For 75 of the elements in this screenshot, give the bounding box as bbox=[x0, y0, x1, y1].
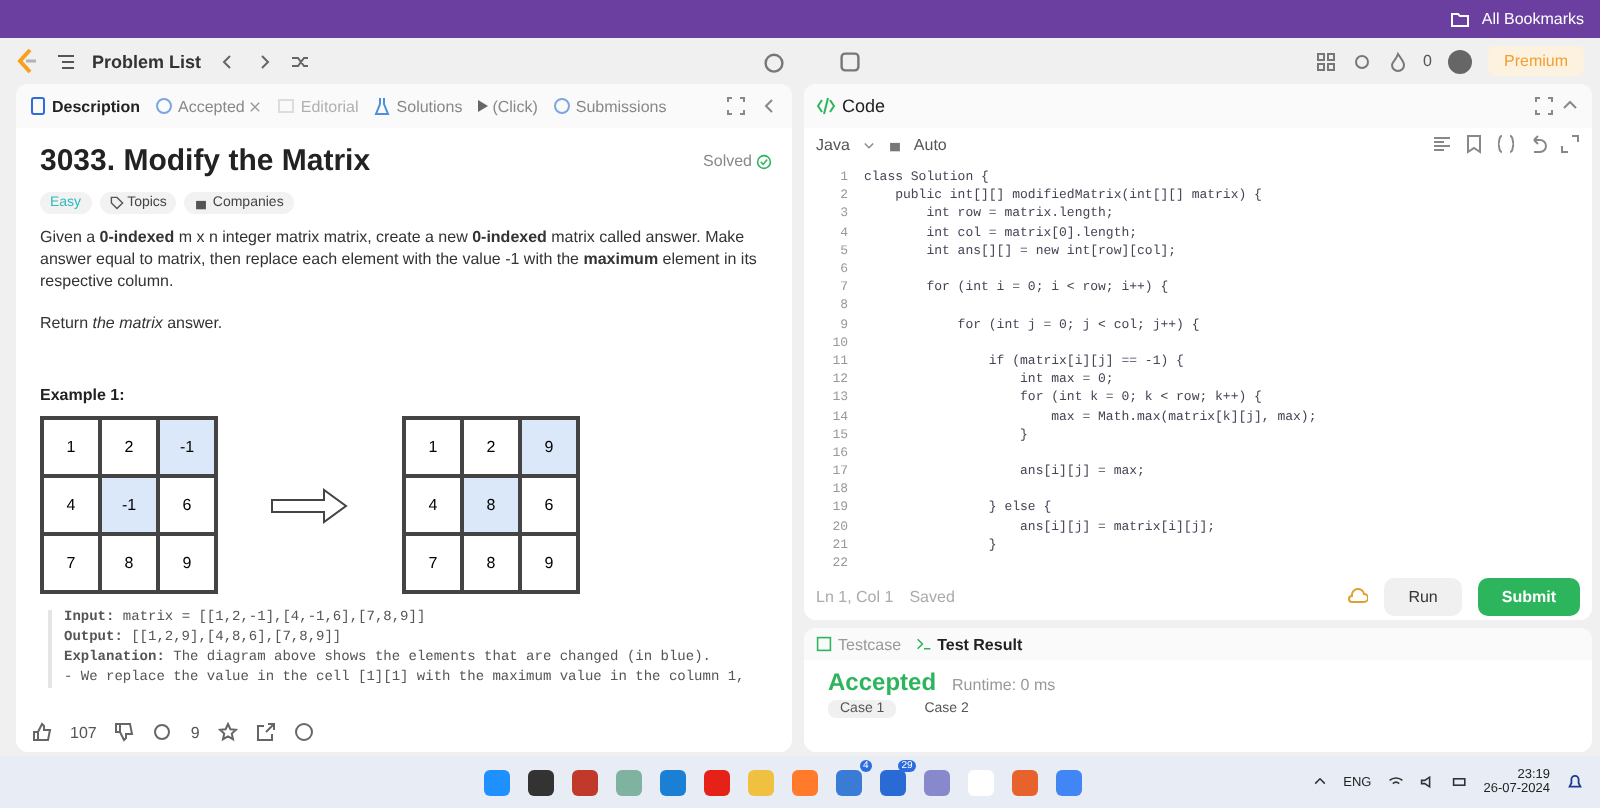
thumbs-up-icon[interactable] bbox=[32, 722, 52, 742]
document-icon[interactable] bbox=[28, 96, 48, 116]
matrix-cell: 7 bbox=[404, 534, 462, 592]
code-icon[interactable] bbox=[816, 96, 836, 116]
matrix-cell: 1 bbox=[404, 418, 462, 476]
play-icon bbox=[476, 100, 489, 112]
save-status: Saved bbox=[909, 587, 955, 605]
matrix-cell: 2 bbox=[462, 418, 520, 476]
close-icon[interactable] bbox=[248, 99, 263, 113]
runtime-label: Runtime: 0 ms bbox=[952, 676, 1056, 694]
matrix-cell: 1 bbox=[42, 418, 100, 476]
format-icon[interactable] bbox=[1432, 134, 1452, 154]
check-circle-icon[interactable] bbox=[756, 153, 772, 169]
expand-icon[interactable] bbox=[1534, 96, 1554, 116]
verdict-label: Accepted bbox=[828, 668, 937, 696]
cursor-position: Ln 1, Col 1 bbox=[816, 587, 894, 605]
matrix-cell: -1 bbox=[100, 476, 158, 534]
streak-count: 0 bbox=[1423, 52, 1432, 70]
solved-status: Solved bbox=[703, 152, 772, 170]
layout-icon[interactable] bbox=[1315, 51, 1336, 71]
star-icon[interactable] bbox=[217, 722, 238, 742]
app-icon[interactable] bbox=[528, 769, 555, 795]
undo-icon[interactable] bbox=[1528, 134, 1548, 154]
chevron-up-icon[interactable] bbox=[1311, 774, 1328, 790]
bookmark-icon[interactable] bbox=[1464, 134, 1484, 154]
expand-icon[interactable] bbox=[1560, 134, 1580, 154]
matrix-cell: 8 bbox=[100, 534, 158, 592]
arrow-icon bbox=[270, 487, 350, 523]
list-icon[interactable] bbox=[56, 51, 76, 71]
problem-text: Return the matrix answer. bbox=[40, 312, 225, 334]
matrix-cell: 9 bbox=[520, 418, 578, 476]
matrix-cell: 6 bbox=[520, 476, 578, 534]
problem-text: Given a 0-indexed m x n integer matrix matrix, create a new 0-indexed matrix called answer. Make answer equal to matrix, then replace each element with the value -1 with the maximum element in its respective column. bbox=[40, 226, 759, 292]
battery-icon[interactable] bbox=[1451, 774, 1468, 790]
bookmarks-label[interactable]: All Bookmarks bbox=[1481, 10, 1584, 28]
wifi-icon[interactable] bbox=[1387, 774, 1404, 790]
matrix-cell: 2 bbox=[100, 418, 158, 476]
example-title: Example 1: bbox=[40, 386, 127, 404]
matrix-cell: 9 bbox=[158, 534, 216, 592]
run-button[interactable]: Run bbox=[1384, 577, 1462, 615]
matrix-cell: 4 bbox=[404, 476, 462, 534]
folder-icon[interactable] bbox=[1449, 9, 1470, 29]
matrix-cell: 6 bbox=[158, 476, 216, 534]
result-tab[interactable]: Test Result bbox=[915, 635, 1023, 653]
matrix-cell: 8 bbox=[462, 476, 520, 534]
matrix-cell: 4 bbox=[42, 476, 100, 534]
braces-icon[interactable] bbox=[1496, 134, 1516, 154]
expand-icon[interactable] bbox=[726, 96, 746, 116]
problem-list-link[interactable]: Problem List bbox=[92, 51, 202, 71]
matrix-cell: -1 bbox=[158, 418, 216, 476]
like-count: 107 bbox=[70, 723, 97, 741]
app-icon[interactable] bbox=[572, 769, 599, 795]
panel-tab[interactable]: Description bbox=[28, 96, 141, 116]
mode-label: Auto bbox=[913, 135, 947, 153]
logo-icon[interactable] bbox=[16, 48, 40, 74]
panel-title: Code bbox=[842, 96, 886, 116]
note-icon[interactable] bbox=[838, 49, 863, 73]
tag-icon[interactable] bbox=[109, 196, 124, 210]
matrix-cell: 7 bbox=[42, 534, 100, 592]
cloud-icon[interactable] bbox=[1348, 586, 1369, 606]
terminal-icon[interactable] bbox=[915, 636, 932, 652]
share-icon[interactable] bbox=[255, 722, 276, 742]
problem-title: 3033. Modify the Matrix bbox=[40, 144, 371, 178]
thumbs-down-icon[interactable] bbox=[114, 722, 135, 742]
shuffle-icon[interactable] bbox=[289, 51, 310, 71]
flask-icon[interactable] bbox=[372, 96, 393, 116]
matrix-cell: 9 bbox=[520, 534, 578, 592]
comment-count: 9 bbox=[190, 723, 200, 741]
language-select[interactable]: Java bbox=[816, 135, 850, 153]
speaker-icon[interactable] bbox=[1419, 774, 1436, 790]
bell-icon[interactable] bbox=[1566, 773, 1584, 791]
checkbox-icon[interactable] bbox=[816, 636, 832, 652]
avatar-icon[interactable] bbox=[1448, 49, 1472, 73]
matrix-cell: 8 bbox=[462, 534, 520, 592]
chevron-down-icon[interactable] bbox=[861, 137, 876, 151]
